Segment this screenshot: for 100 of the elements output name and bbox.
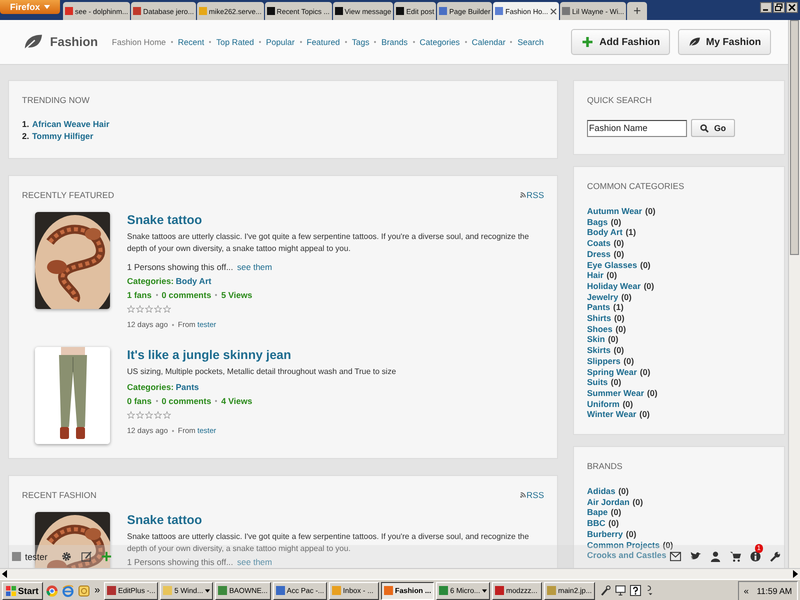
list-link[interactable]: Shoes [587,324,613,334]
item-count: (0) [614,345,624,356]
nav-link[interactable]: Recent [178,37,204,47]
list-link[interactable]: Winter Wear [587,409,636,420]
views-count: 4 Views [221,396,252,406]
star-rating[interactable] [127,305,171,313]
item-title-link[interactable]: Snake tattoo [127,213,544,227]
comments-count: 0 comments [162,290,212,300]
help-icon[interactable] [630,585,641,596]
trending-link[interactable]: Tommy Hilfiger [32,131,94,141]
vertical-scrollbar[interactable] [788,20,800,568]
search-field[interactable]: Fashion Name [587,120,687,136]
list-link[interactable]: Adidas [587,486,616,497]
rank-number: 1. [22,119,30,129]
list-link[interactable]: Spring Wear [587,366,637,378]
see-them-link[interactable]: see them [237,557,272,567]
flag-icon [6,586,16,596]
leaf-icon[interactable] [688,36,701,48]
list-link[interactable]: Jewelry [587,292,618,302]
item-count: (0) [610,216,622,228]
info-icon[interactable] [750,551,761,562]
star-rating[interactable] [127,411,171,419]
rss-icon[interactable] [520,492,526,498]
panel-title: QUICK SEARCH [587,95,653,105]
list-link[interactable]: Uniform [587,398,620,410]
list-link[interactable]: Dress [587,248,611,260]
show-hidden-icons-button[interactable]: « [744,586,749,596]
list-link[interactable]: Eye Glasses [587,260,638,270]
caret-icon[interactable] [482,588,488,592]
nav-link[interactable]: Featured [306,37,340,47]
nav-link[interactable]: Search [517,37,544,47]
list-link[interactable]: Pants [587,302,610,314]
list-link[interactable]: Skin [587,334,605,346]
nav-link[interactable]: Tags [352,37,370,47]
start-button[interactable]: Start [2,582,43,600]
item-title-link[interactable]: Snake tattoo [127,513,544,527]
category-link[interactable]: Pants [176,382,199,392]
panel-title: RECENT FASHION [22,490,96,500]
chrome-icon[interactable] [46,584,58,596]
edit-icon[interactable] [80,551,92,562]
see-them-link[interactable]: see them [237,262,272,272]
minimize-icon[interactable] [760,2,772,13]
list-link[interactable]: Hair [587,270,604,281]
list-link[interactable]: Coats [587,238,611,249]
my-fashion-button[interactable]: My Fashion [678,29,771,55]
item-count: (0) [622,398,633,410]
add-fashion-button[interactable]: Add Fashion [571,29,670,55]
cart-icon[interactable] [730,551,741,562]
restore-icon[interactable] [773,2,785,13]
search-icon[interactable] [700,124,710,132]
rss-icon[interactable] [520,192,526,198]
horizontal-scrollbar[interactable] [0,568,800,579]
list-link[interactable]: Crooks and Castles [587,550,666,561]
bird-icon[interactable] [690,551,701,562]
list-link[interactable]: BBC [587,518,606,529]
browser-e-icon[interactable] [62,584,74,596]
tool-icon[interactable] [600,585,611,596]
left-arrow-icon[interactable] [2,570,8,578]
nav-link[interactable]: Calendar [472,37,506,47]
plus-icon[interactable] [100,551,112,562]
list-link[interactable]: Bape [587,507,608,518]
nav-link[interactable]: Categories [420,37,460,47]
more-button[interactable]: » [94,585,100,596]
list-link[interactable]: Air Jordan [587,496,630,508]
clock: 11:59 AM [756,586,792,596]
list-link[interactable]: Summer Wear [587,388,644,399]
go-button[interactable]: Go [691,119,735,137]
mail-icon[interactable] [670,551,681,562]
settings-icon[interactable] [60,551,72,562]
list-link[interactable]: Holiday Wear [587,280,641,292]
rss-link[interactable]: RSS [520,190,544,200]
plus-icon[interactable] [581,36,594,48]
list-link[interactable]: Slippers [587,356,621,367]
nav-link[interactable]: Brands [381,37,408,47]
new-tab-button[interactable]: + [627,2,648,20]
wrench-icon[interactable] [770,551,781,562]
list-link[interactable]: Autumn Wear [587,206,642,217]
close-icon[interactable] [786,2,798,13]
list-link[interactable]: Burberry [587,528,623,540]
caret-icon[interactable] [205,588,210,592]
list-link[interactable]: Body Art [587,227,623,238]
item-title-link[interactable]: It's like a jungle skinny jean [127,348,544,362]
list-link[interactable]: Common Projects [587,540,660,550]
nav-link[interactable]: Top Rated [216,37,254,47]
rss-link[interactable]: RSS [520,490,544,500]
item-count: (0) [640,260,650,270]
nav-link[interactable]: Popular [266,37,295,47]
nav-link[interactable]: Fashion Home [112,37,166,47]
comments-count: 0 comments [162,396,212,406]
list-link[interactable]: Shirts [587,313,612,324]
list-link[interactable]: Skirts [587,345,611,356]
person-icon[interactable] [710,551,721,562]
list-link[interactable]: Bags [587,216,608,228]
trending-link[interactable]: African Weave Hair [32,119,110,129]
list-link[interactable]: Suits [587,377,608,388]
item-count: (0) [640,366,650,378]
right-arrow-icon[interactable] [792,570,798,578]
category-link[interactable]: Body Art [176,276,212,286]
close-icon[interactable] [550,8,558,14]
monitor-icon[interactable] [614,585,626,596]
